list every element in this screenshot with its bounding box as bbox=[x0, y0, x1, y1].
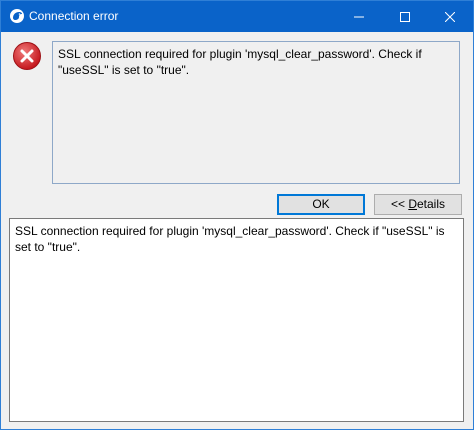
close-icon bbox=[445, 11, 455, 22]
details-text-area[interactable]: SSL connection required for plugin 'mysq… bbox=[9, 218, 464, 422]
ok-button[interactable]: OK bbox=[277, 194, 365, 215]
details-button-prefix: << bbox=[390, 197, 409, 211]
maximize-icon bbox=[400, 11, 410, 22]
dialog-window: Connection error SSL connection required… bbox=[0, 0, 474, 430]
dolphin-logo-icon bbox=[10, 9, 24, 23]
close-button[interactable] bbox=[427, 1, 473, 32]
minimize-button[interactable] bbox=[336, 1, 382, 32]
maximize-button[interactable] bbox=[382, 1, 428, 32]
details-button-rest: etails bbox=[417, 197, 446, 211]
window-title: Connection error bbox=[29, 9, 119, 23]
error-message: SSL connection required for plugin 'mysq… bbox=[52, 41, 460, 184]
details-button-mnemonic: D bbox=[408, 197, 417, 211]
error-icon bbox=[13, 42, 41, 70]
minimize-icon bbox=[354, 16, 364, 17]
details-button[interactable]: << Details bbox=[374, 194, 462, 215]
title-bar[interactable]: Connection error bbox=[1, 1, 473, 32]
